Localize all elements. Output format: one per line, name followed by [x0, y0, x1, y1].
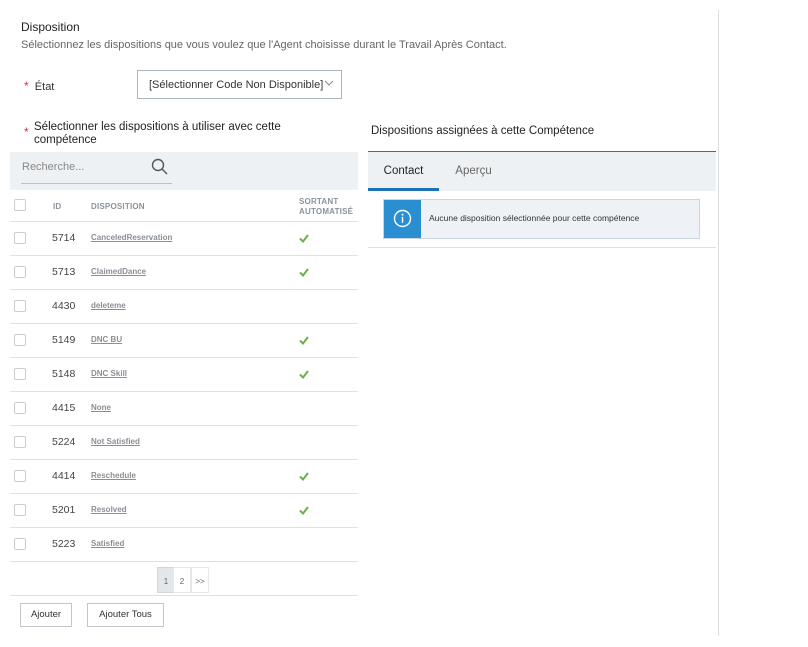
row-checkbox[interactable]: [14, 300, 26, 312]
etat-select[interactable]: [Sélectionner Code Non Disponible]: [137, 70, 342, 99]
row-checkbox[interactable]: [14, 470, 26, 482]
section-title: Disposition: [21, 20, 80, 34]
left-panel-title-text: Sélectionner les dispositions à utiliser…: [34, 121, 281, 146]
table-row[interactable]: 5223 Satisfied: [10, 528, 358, 562]
column-header-id[interactable]: ID: [53, 202, 61, 211]
search-icon[interactable]: [151, 158, 168, 175]
row-checkbox[interactable]: [14, 266, 26, 278]
select-all-checkbox[interactable]: [14, 199, 26, 211]
table-row[interactable]: 5149 DNC BU: [10, 324, 358, 358]
table-row[interactable]: 4414 Reschedule: [10, 460, 358, 494]
search-bar: Recherche...: [10, 152, 358, 190]
info-message: Aucune disposition sélectionnée pour cet…: [429, 213, 640, 223]
row-disposition-link[interactable]: Reschedule: [91, 471, 136, 480]
section-description: Sélectionnez les dispositions que vous v…: [21, 39, 507, 51]
page-2-button[interactable]: 2: [173, 567, 191, 593]
row-checkbox[interactable]: [14, 334, 26, 346]
table-row[interactable]: 5224 Not Satisfied: [10, 426, 358, 460]
row-id: 5713: [52, 266, 76, 278]
row-checkbox[interactable]: [14, 402, 26, 414]
pagination: 1 2 >>: [10, 562, 358, 596]
tab-apercu[interactable]: Aperçu: [446, 152, 501, 191]
right-panel-title: Dispositions assignées à cette Compétenc…: [371, 125, 595, 137]
table-row[interactable]: 5713 ClaimedDance: [10, 256, 358, 290]
required-mark: *: [24, 125, 29, 139]
vertical-divider: [718, 10, 719, 636]
table-row[interactable]: 4415 None: [10, 392, 358, 426]
column-header-sortant[interactable]: SORTANT: [299, 197, 338, 206]
tab-bar: Contact Aperçu: [368, 151, 716, 191]
row-disposition-link[interactable]: DNC BU: [91, 335, 122, 344]
table-row[interactable]: 4430 deleteme: [10, 290, 358, 324]
add-button[interactable]: Ajouter: [20, 603, 72, 627]
row-id: 5714: [52, 232, 76, 244]
check-icon: [299, 234, 309, 243]
row-disposition-link[interactable]: ClaimedDance: [91, 267, 146, 276]
row-disposition-link[interactable]: CanceledReservation: [91, 233, 172, 242]
column-header-automatise[interactable]: AUTOMATISÉ: [299, 207, 353, 216]
dispositions-table: ID DISPOSITION SORTANT AUTOMATISÉ 5714 Ca…: [10, 190, 358, 562]
row-disposition-link[interactable]: DNC Skill: [91, 369, 127, 378]
column-header-disposition[interactable]: DISPOSITION: [91, 202, 145, 211]
search-input[interactable]: Recherche...: [21, 158, 172, 184]
etat-select-value: [Sélectionner Code Non Disponible]: [149, 79, 324, 91]
row-id: 5223: [52, 538, 76, 550]
info-icon: [393, 209, 412, 228]
search-placeholder: Recherche...: [22, 161, 85, 173]
add-all-button[interactable]: Ajouter Tous: [87, 603, 164, 627]
row-id: 5149: [52, 334, 76, 346]
table-row[interactable]: 5201 Resolved: [10, 494, 358, 528]
check-icon: [299, 506, 309, 515]
row-checkbox[interactable]: [14, 436, 26, 448]
chevron-down-icon: [324, 80, 334, 86]
row-checkbox[interactable]: [14, 368, 26, 380]
info-message-box: Aucune disposition sélectionnée pour cet…: [383, 199, 700, 239]
check-icon: [299, 268, 309, 277]
check-icon: [299, 336, 309, 345]
tab-contact[interactable]: Contact: [368, 152, 439, 191]
info-icon-container: [384, 200, 421, 238]
left-panel-title: * Sélectionner les dispositions à utilis…: [24, 121, 294, 147]
check-icon: [299, 472, 309, 481]
next-page-button[interactable]: >>: [191, 567, 209, 593]
row-disposition-link[interactable]: deleteme: [91, 301, 126, 310]
row-disposition-link[interactable]: Not Satisfied: [91, 437, 140, 446]
row-id: 5224: [52, 436, 76, 448]
row-id: 4415: [52, 402, 76, 414]
row-id: 5201: [52, 504, 76, 516]
row-checkbox[interactable]: [14, 504, 26, 516]
row-disposition-link[interactable]: Satisfied: [91, 539, 124, 548]
required-mark: *: [24, 79, 29, 93]
assigned-dispositions-panel: Aucune disposition sélectionnée pour cet…: [368, 191, 716, 248]
row-disposition-link[interactable]: Resolved: [91, 505, 127, 514]
check-icon: [299, 370, 309, 379]
row-checkbox[interactable]: [14, 538, 26, 550]
row-checkbox[interactable]: [14, 232, 26, 244]
row-disposition-link[interactable]: None: [91, 403, 111, 412]
table-row[interactable]: 5148 DNC Skill: [10, 358, 358, 392]
row-id: 4414: [52, 470, 76, 482]
row-id: 4430: [52, 300, 76, 312]
table-header: ID DISPOSITION SORTANT AUTOMATISÉ: [10, 190, 358, 222]
row-id: 5148: [52, 368, 76, 380]
etat-label-text: État: [34, 81, 55, 93]
etat-label: * État: [24, 79, 54, 93]
table-row[interactable]: 5714 CanceledReservation: [10, 222, 358, 256]
